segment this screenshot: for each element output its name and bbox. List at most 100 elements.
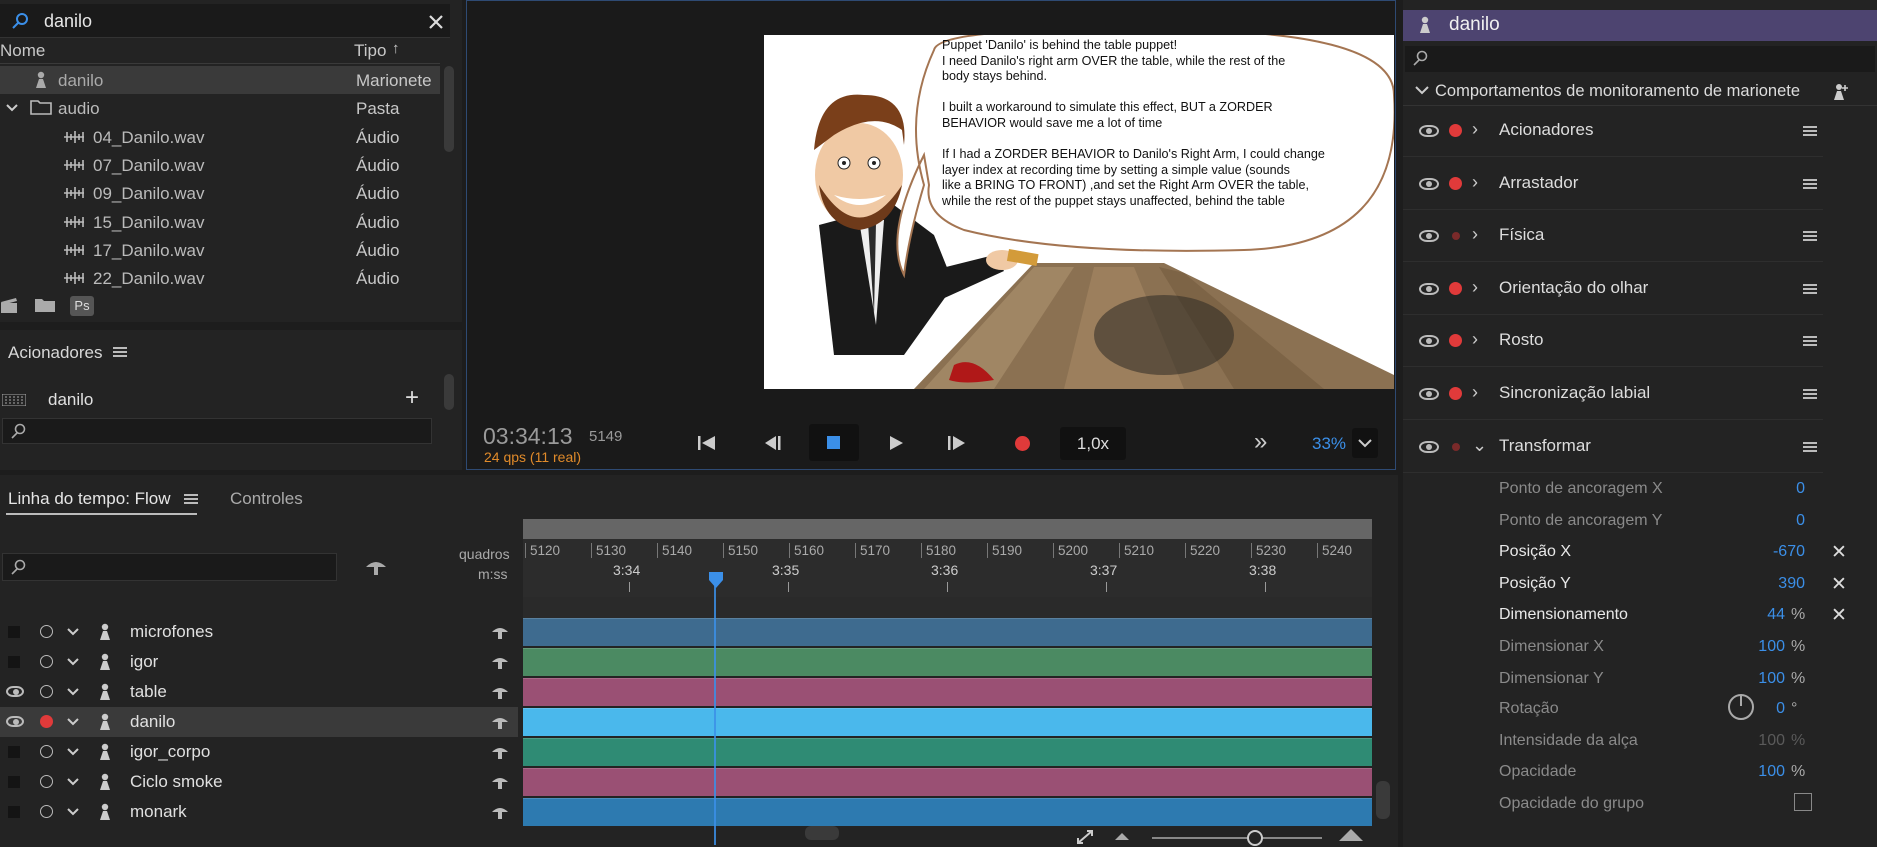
behavior-menu-icon[interactable] [1803,336,1817,347]
record-arm-icon[interactable] [1449,387,1462,400]
param-value[interactable]: 0 [1693,512,1805,530]
layer-row[interactable]: monark [0,797,518,827]
record-arm-icon[interactable] [1452,442,1460,451]
layer-row[interactable]: Ciclo smoke [0,767,518,797]
visibility-toggle[interactable] [8,746,20,758]
visibility-toggle[interactable] [8,806,20,818]
playback-speed[interactable]: 1,0x [1060,427,1126,460]
chevron-down-icon[interactable] [67,747,79,757]
sort-asc-icon[interactable]: ↑ [392,40,400,57]
zoom-slider-handle[interactable] [1247,830,1263,846]
layer-track[interactable] [523,678,1372,706]
behavior-row[interactable]: › Sincronização labial [1403,368,1823,420]
project-row[interactable]: 15_Danilo.wav Áudio [0,208,440,236]
behavior-group-header[interactable]: Comportamentos de monitoramento de mario… [1403,76,1877,106]
project-search-box[interactable]: danilo [0,4,450,38]
behavior-row[interactable]: › Arrastador [1403,158,1823,210]
clear-value-icon[interactable]: ✕ [1831,604,1847,627]
time-ruler[interactable]: 5120 5130 5140 5150 5160 5170 5180 5190 5200 5210… [523,539,1372,597]
visibility-eye-icon[interactable] [1419,335,1439,348]
record-arm-toggle[interactable] [40,775,53,788]
chevron-right-icon[interactable]: › [1472,329,1478,350]
behavior-row[interactable]: › Rosto [1403,315,1823,368]
col-type[interactable]: Tipo [354,41,386,61]
project-row[interactable]: audio Pasta [0,94,440,122]
clear-value-icon[interactable]: ✕ [1831,541,1847,564]
record-arm-icon[interactable] [1449,124,1462,137]
layer-track[interactable] [523,768,1372,796]
zoom-slider-track[interactable] [1152,837,1322,839]
project-row[interactable]: danilo Marionete [0,66,440,94]
behavior-row[interactable]: › Orientação do olhar [1403,263,1823,315]
col-name[interactable]: Nome [0,41,45,61]
layer-row[interactable]: microfones [0,617,518,647]
chevron-down-icon[interactable] [67,807,79,817]
project-row[interactable]: 17_Danilo.wav Áudio [0,236,440,264]
chevron-right-icon[interactable]: › [1472,119,1478,140]
properties-search-input[interactable] [1405,46,1875,72]
chevron-down-icon[interactable] [6,103,18,113]
step-back-icon[interactable] [762,435,782,451]
group-opacity-checkbox[interactable] [1794,793,1812,811]
puppet-mode-icon[interactable] [491,654,509,670]
chevron-down-icon[interactable] [67,717,79,727]
param-value[interactable]: 100 [1693,763,1785,781]
zoom-dropdown[interactable] [1352,428,1378,458]
param-value[interactable]: 100 [1693,732,1785,750]
step-forward-icon[interactable] [948,435,968,451]
rotation-dial[interactable] [1728,694,1754,720]
triggers-menu-icon[interactable] [113,347,127,357]
param-value[interactable]: 44 [1693,606,1785,624]
photoshop-import-button[interactable]: Ps [70,296,94,316]
puppet-mode-icon[interactable] [491,624,509,640]
chevron-right-icon[interactable]: › [1472,382,1478,403]
go-to-start-icon[interactable] [698,435,716,451]
chevron-down-icon[interactable]: ⌄ [1472,435,1487,456]
zoom-level[interactable]: 33% [1312,434,1346,454]
add-behavior-icon[interactable] [1833,83,1849,101]
visibility-eye-icon[interactable] [6,686,24,697]
behavior-row[interactable]: ⌄ Transformar [1403,421,1823,473]
puppet-mode-icon[interactable] [491,714,509,730]
clapper-icon[interactable] [0,296,18,319]
param-value[interactable]: 0 [1693,480,1805,498]
chevron-down-icon[interactable] [67,777,79,787]
clear-value-icon[interactable]: ✕ [1831,573,1847,596]
layer-row[interactable]: table [0,677,518,707]
project-scrollbar[interactable] [444,66,454,152]
record-arm-icon[interactable] [1449,334,1462,348]
play-icon[interactable] [888,435,904,451]
chevron-down-icon[interactable] [67,687,79,697]
project-row[interactable]: 07_Danilo.wav Áudio [0,151,440,179]
playhead-handle[interactable] [709,572,723,588]
record-arm-toggle[interactable] [40,625,53,638]
visibility-toggle[interactable] [8,626,20,638]
chevron-right-icon[interactable]: › [1472,224,1478,245]
record-arm-icon[interactable] [1449,176,1462,190]
behavior-menu-icon[interactable] [1803,126,1817,136]
behavior-row[interactable]: › Acionadores [1403,105,1823,157]
behavior-menu-icon[interactable] [1803,389,1817,399]
visibility-eye-icon[interactable] [1419,125,1439,137]
folder-icon[interactable] [34,297,56,318]
param-value[interactable]: 100 [1693,670,1785,688]
triggers-search-input[interactable] [2,418,432,444]
chevron-right-icon[interactable]: › [1472,172,1478,193]
visibility-eye-icon[interactable] [1419,230,1439,243]
layer-track[interactable] [523,708,1372,736]
record-button[interactable] [1015,436,1030,451]
param-value[interactable]: -670 [1693,543,1805,561]
search-input[interactable]: danilo [44,11,92,32]
layer-track[interactable] [523,648,1372,676]
behavior-menu-icon[interactable] [1803,283,1817,294]
chevron-down-icon[interactable] [67,657,79,667]
record-arm-toggle[interactable] [40,805,53,818]
chevron-down-icon[interactable] [67,627,79,637]
project-row[interactable]: 04_Danilo.wav Áudio [0,123,440,151]
record-arm-toggle[interactable] [40,715,53,728]
stop-button[interactable] [809,424,859,461]
visibility-toggle[interactable] [8,776,20,788]
tab-controls[interactable]: Controles [230,489,303,509]
visibility-toggle[interactable] [8,656,20,668]
timeline-menu-icon[interactable] [184,494,198,504]
